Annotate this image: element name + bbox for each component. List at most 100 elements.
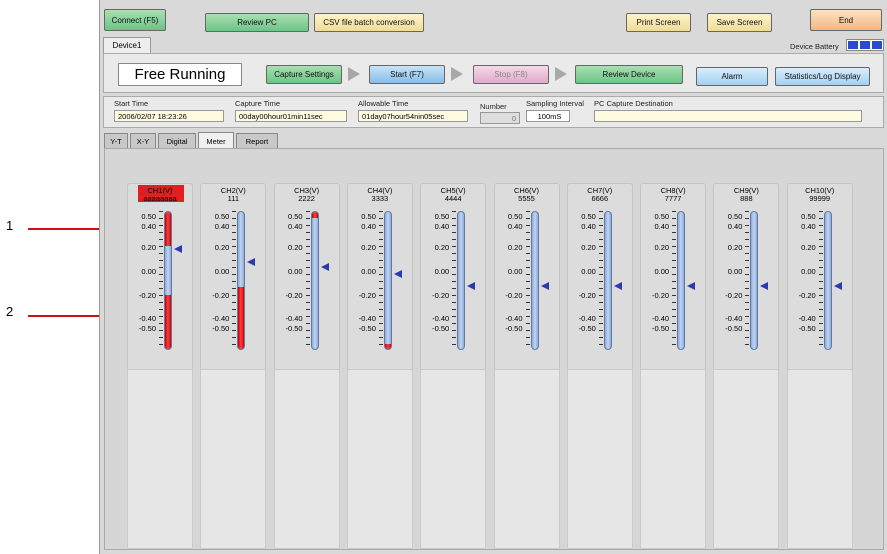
scale-label: -0.50: [285, 324, 303, 333]
connect-button[interactable]: Connect (F5): [104, 9, 166, 31]
capture-time-field: 00day00hour01min11sec: [235, 110, 347, 122]
review-device-button[interactable]: Review Device: [575, 65, 683, 84]
scale-label: -0.40: [358, 314, 376, 323]
meter-tube: [164, 211, 172, 350]
meter-tube: [750, 211, 759, 350]
scale-label: 0.00: [434, 267, 450, 276]
level-pointer-icon: [833, 282, 842, 290]
scale-label: -0.40: [285, 314, 303, 323]
scale-label: 0.50: [287, 212, 303, 221]
scale-label: 0.50: [581, 212, 596, 221]
scale-label: 0.20: [287, 243, 303, 252]
scale-label: 0.50: [214, 212, 230, 221]
level-pointer-icon: [760, 282, 769, 290]
alarm-button[interactable]: Alarm: [696, 67, 768, 86]
capture-time-label: Capture Time: [235, 99, 281, 108]
scale-label: 0.20: [727, 243, 743, 252]
device-tab[interactable]: Device1: [103, 37, 151, 53]
scale-label: 0.20: [801, 243, 816, 252]
meter-tube: [383, 211, 392, 350]
scale-label: 0.50: [434, 212, 450, 221]
scale-label: -0.20: [138, 291, 156, 300]
meter-lower-ch4: [346, 369, 413, 549]
scale-label: 0.20: [434, 243, 450, 252]
review-pc-button[interactable]: Review PC: [205, 13, 309, 32]
meter-lower-ch5: [420, 369, 487, 549]
level-pointer-icon: [687, 282, 696, 290]
scale-label: 0.40: [801, 222, 816, 231]
level-fill: [238, 287, 245, 349]
scale-ticks: [378, 211, 383, 350]
allowable-time-field: 01day07hour54nin05sec: [358, 110, 468, 122]
scale-label: -0.40: [725, 314, 743, 323]
scale-label: 0.50: [361, 212, 376, 221]
csv-conversion-button[interactable]: CSV file batch conversion: [314, 13, 424, 32]
level-pointer-icon: [467, 282, 476, 290]
scale-label: -0.50: [651, 324, 670, 333]
start-time-field: 2006/02/07 18:23:26: [114, 110, 224, 122]
scale-label: 0.40: [141, 222, 156, 231]
print-screen-button[interactable]: Print Screen: [626, 13, 691, 32]
scale-label: 0.40: [507, 222, 523, 231]
start-button[interactable]: Start (F7): [369, 65, 445, 84]
tab-meter[interactable]: Meter: [198, 132, 234, 149]
scale-label: 0.00: [727, 267, 743, 276]
scale-label: -0.20: [432, 291, 450, 300]
scale-label: 0.00: [287, 267, 303, 276]
capture-destination-field[interactable]: [594, 110, 862, 122]
scale-label: -0.50: [798, 324, 816, 333]
meter-ch5: CH5(V) 4444 0.50 0.40 0.20 0.00 -0.20 -0.40 -0.5…: [420, 183, 487, 376]
tab-report[interactable]: Report: [236, 133, 278, 148]
scale-label: 0.00: [801, 267, 816, 276]
meter-lower-ch10: [786, 369, 853, 549]
stats-log-button[interactable]: Statistics/Log Display: [775, 67, 870, 86]
scale-label: -0.20: [358, 291, 376, 300]
scale-label: 0.20: [654, 243, 670, 252]
scale-label: 0.40: [361, 222, 376, 231]
level-fill: [311, 212, 318, 218]
scale-ticks: [525, 211, 530, 350]
scale-label: 0.00: [141, 267, 156, 276]
scale-label: 0.50: [727, 212, 743, 221]
number-field: 0: [480, 112, 520, 124]
callout-1: 1: [6, 218, 14, 233]
channel-value: 7777: [664, 194, 682, 203]
level-pointer-icon: [174, 245, 182, 253]
scale-label: -0.40: [578, 314, 596, 323]
meter-tube: [237, 211, 246, 350]
scale-ticks: [232, 211, 237, 350]
scale-label: -0.20: [505, 291, 523, 300]
end-button[interactable]: End: [810, 9, 882, 31]
capture-settings-button[interactable]: Capture Settings: [266, 65, 342, 84]
scale-ticks: [672, 211, 677, 350]
scale-label: -0.40: [212, 314, 230, 323]
number-label: Number: [480, 102, 507, 111]
scale-label: -0.40: [138, 314, 156, 323]
scale-label: -0.50: [358, 324, 376, 333]
channel-value: 3333: [371, 194, 389, 203]
tab-digital[interactable]: Digital: [158, 133, 196, 148]
scale-label: 0.20: [361, 243, 376, 252]
app-window: Connect (F5) Review PC CSV file batch co…: [99, 0, 887, 554]
channel-value: 111: [227, 194, 239, 203]
meter-lower-ch8: [640, 369, 707, 549]
scale-label: -0.50: [432, 324, 450, 333]
scale-ticks: [452, 211, 457, 350]
scale-label: 0.00: [361, 267, 376, 276]
scale-label: 0.00: [214, 267, 230, 276]
level-pointer-icon: [393, 270, 402, 278]
callout-2: 2: [6, 304, 14, 319]
scale-ticks: [305, 211, 310, 350]
meter-tube: [823, 211, 832, 350]
level-fill: [165, 295, 171, 349]
scale-label: -0.40: [505, 314, 523, 323]
scale-label: 0.40: [727, 222, 743, 231]
scale-label: -0.40: [651, 314, 670, 323]
level-fill: [384, 344, 391, 349]
stop-button[interactable]: Stop (F8): [473, 65, 549, 84]
tab-yt[interactable]: Y-T: [104, 133, 128, 148]
channel-value: 888: [740, 194, 753, 203]
scale-ticks: [745, 211, 750, 350]
tab-xy[interactable]: X-Y: [130, 133, 156, 148]
save-screen-button[interactable]: Save Screen: [707, 13, 772, 32]
